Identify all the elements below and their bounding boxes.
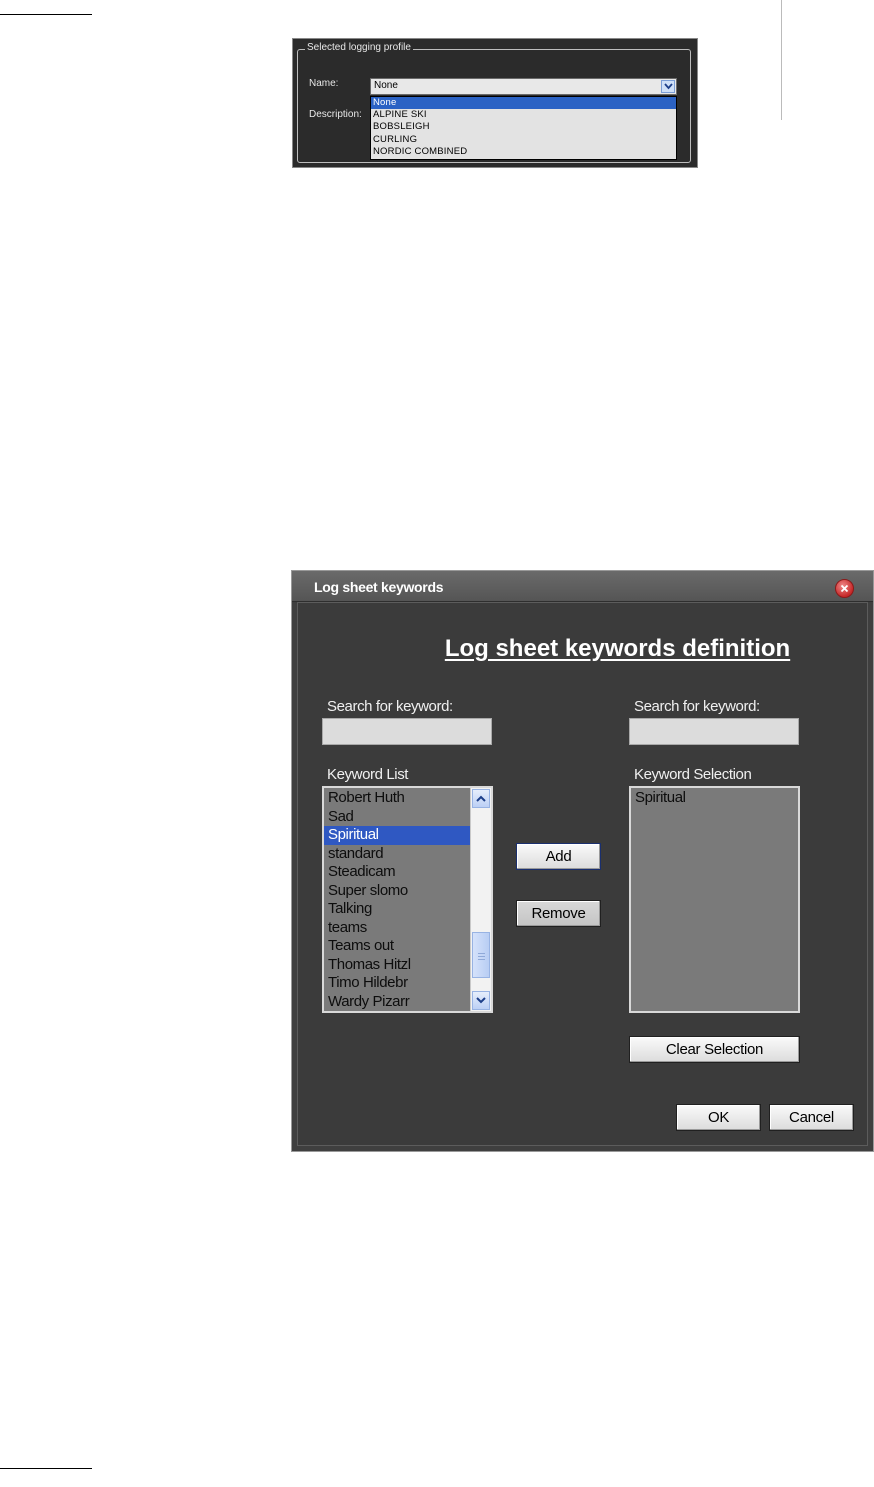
chevron-up-icon[interactable] [472, 789, 490, 808]
dropdown-option[interactable]: CURLING [371, 134, 676, 146]
keyword-selection-list[interactable]: Spiritual [629, 786, 800, 1013]
dialog-title: Log sheet keywords [314, 579, 444, 595]
clear-selection-button[interactable]: Clear Selection [629, 1036, 800, 1063]
keyword-list-scrollbar[interactable] [470, 788, 491, 1011]
dialog-titlebar[interactable]: Log sheet keywords [292, 571, 873, 602]
keyword-list-item[interactable]: Teams out [324, 937, 471, 956]
name-label: Name: [309, 78, 339, 89]
top-rule [0, 14, 92, 15]
remove-button[interactable]: Remove [516, 900, 601, 927]
ok-button[interactable]: OK [676, 1104, 761, 1131]
keyword-selection-item[interactable]: Spiritual [631, 789, 798, 808]
scrollbar-thumb[interactable] [472, 932, 490, 978]
dropdown-option[interactable]: ALPINE SKI [371, 109, 676, 121]
keyword-list-items: Robert Huth Sad Spiritual standard Steadicam… [324, 789, 471, 1011]
keyword-list-item[interactable]: Spiritual [324, 826, 471, 845]
log-sheet-keywords-dialog: Log sheet keywords Log sheet keywords de… [291, 570, 874, 1152]
left-search-input[interactable] [322, 718, 492, 745]
keyword-list-item[interactable]: Wardy Pizarr [324, 993, 471, 1012]
dropdown-option[interactable]: None [371, 97, 676, 110]
selected-logging-profile-group: Selected logging profile Name: Descripti… [297, 42, 691, 163]
keyword-list[interactable]: Robert Huth Sad Spiritual standard Steadicam… [322, 786, 493, 1013]
dropdown-option[interactable]: NORDIC COMBINED [371, 146, 676, 158]
name-dropdown-list[interactable]: None ALPINE SKI BOBSLEIGH CURLING NORDIC COM… [370, 96, 677, 160]
right-search-input[interactable] [629, 718, 799, 745]
chevron-down-icon[interactable] [472, 991, 490, 1010]
close-icon[interactable] [835, 579, 854, 598]
keyword-list-item[interactable]: Talking [324, 900, 471, 919]
keyword-list-item[interactable]: Sad [324, 808, 471, 827]
right-search-label: Search for keyword: [634, 698, 760, 715]
keyword-list-item[interactable]: Timo Hildebr [324, 974, 471, 993]
name-combobox-value: None [374, 80, 398, 91]
logging-profile-panel: Selected logging profile Name: Descripti… [292, 38, 698, 168]
keyword-selection-items: Spiritual [631, 789, 798, 808]
dropdown-option[interactable]: BOBSLEIGH [371, 121, 676, 133]
cancel-button[interactable]: Cancel [769, 1104, 854, 1131]
chevron-down-icon[interactable] [661, 80, 675, 93]
left-search-label: Search for keyword: [327, 698, 453, 715]
right-margin-line [781, 0, 782, 120]
dialog-heading: Log sheet keywords definition [444, 635, 791, 662]
keyword-selection-label: Keyword Selection [634, 766, 752, 783]
keyword-list-item[interactable]: standard [324, 845, 471, 864]
group-title: Selected logging profile [305, 42, 413, 53]
keyword-list-item[interactable]: Steadicam [324, 863, 471, 882]
name-combobox[interactable]: None [370, 78, 677, 95]
keyword-list-item[interactable]: Robert Huth [324, 789, 471, 808]
description-label: Description: [309, 109, 362, 120]
add-button[interactable]: Add [516, 843, 601, 870]
keyword-list-item[interactable]: teams [324, 919, 471, 938]
keyword-list-item[interactable]: Super slomo [324, 882, 471, 901]
keyword-list-item[interactable]: Thomas Hitzl [324, 956, 471, 975]
bottom-rule [0, 1468, 92, 1469]
keyword-list-label: Keyword List [327, 766, 409, 783]
